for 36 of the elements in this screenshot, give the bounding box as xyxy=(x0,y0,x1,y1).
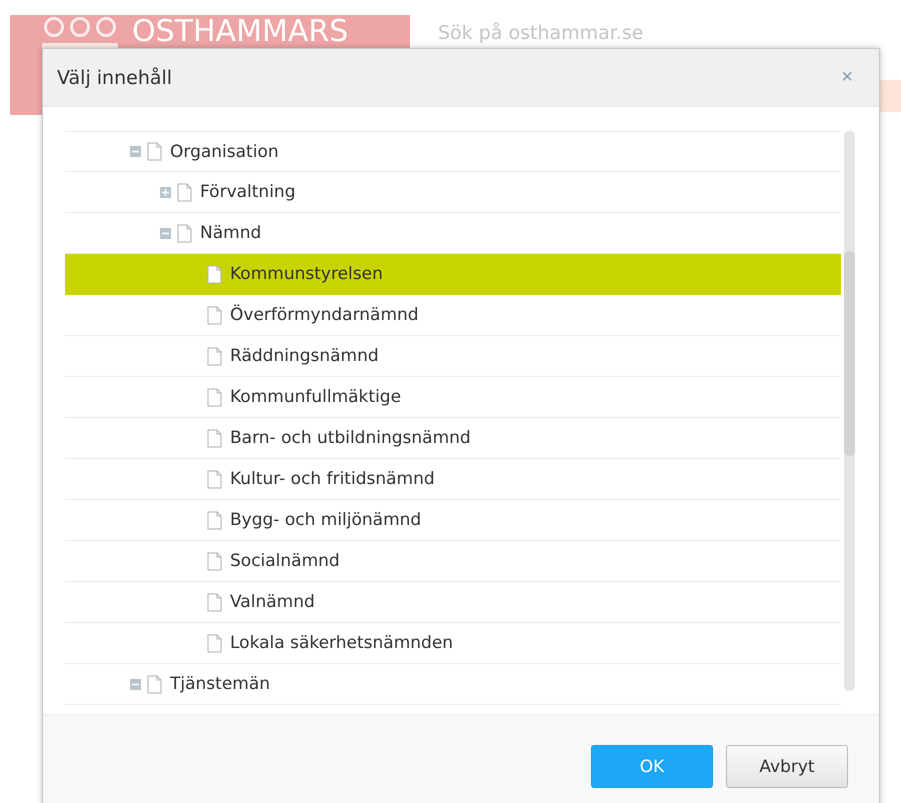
document-icon xyxy=(207,510,222,530)
logo-text: OSTHAMMARS xyxy=(132,17,348,47)
document-icon xyxy=(207,470,222,488)
document-icon xyxy=(177,182,192,202)
document-icon xyxy=(207,634,222,652)
tree-item[interactable]: Överförmyndarnämnd xyxy=(65,295,841,336)
tree-item[interactable]: Valnämnd xyxy=(65,582,841,623)
tree-item[interactable]: Förvaltning xyxy=(65,172,841,213)
collapse-icon[interactable] xyxy=(130,678,141,690)
cancel-button[interactable]: Avbryt xyxy=(726,745,848,788)
tree-item[interactable]: Tjänstemän xyxy=(65,664,841,705)
collapse-icon[interactable] xyxy=(160,228,171,238)
document-icon xyxy=(207,428,222,448)
tree-item[interactable]: Organisation xyxy=(65,131,841,172)
document-icon xyxy=(207,592,222,612)
document-icon xyxy=(207,552,222,570)
tree-item[interactable]: Lokala säkerhetsnämnden xyxy=(65,623,841,664)
search-field[interactable]: Sök på osthammar.se xyxy=(436,21,740,45)
tree-item[interactable]: Bygg- och miljönämnd xyxy=(65,500,841,541)
tree-item[interactable]: Kommunstyrelsen xyxy=(65,254,841,295)
document-icon xyxy=(207,346,222,366)
dialog-title: Välj innehåll xyxy=(57,66,172,88)
collapse-icon[interactable] xyxy=(130,146,141,157)
document-icon xyxy=(177,224,192,242)
tree-item[interactable]: Kultur- och fritidsnämnd xyxy=(65,459,841,500)
tree-item[interactable]: Socialnämnd xyxy=(65,541,841,582)
document-icon xyxy=(207,264,222,284)
document-icon xyxy=(207,388,222,406)
document-icon xyxy=(207,306,222,324)
tree-item[interactable]: Barn- och utbildningsnämnd xyxy=(65,418,841,459)
tree-item[interactable]: Kommunfullmäktige xyxy=(65,377,841,418)
expand-icon[interactable] xyxy=(160,186,171,198)
scrollbar[interactable] xyxy=(844,131,855,691)
tree-item[interactable]: Räddningsnämnd xyxy=(65,336,841,377)
document-icon xyxy=(147,142,162,161)
document-icon xyxy=(147,674,162,694)
